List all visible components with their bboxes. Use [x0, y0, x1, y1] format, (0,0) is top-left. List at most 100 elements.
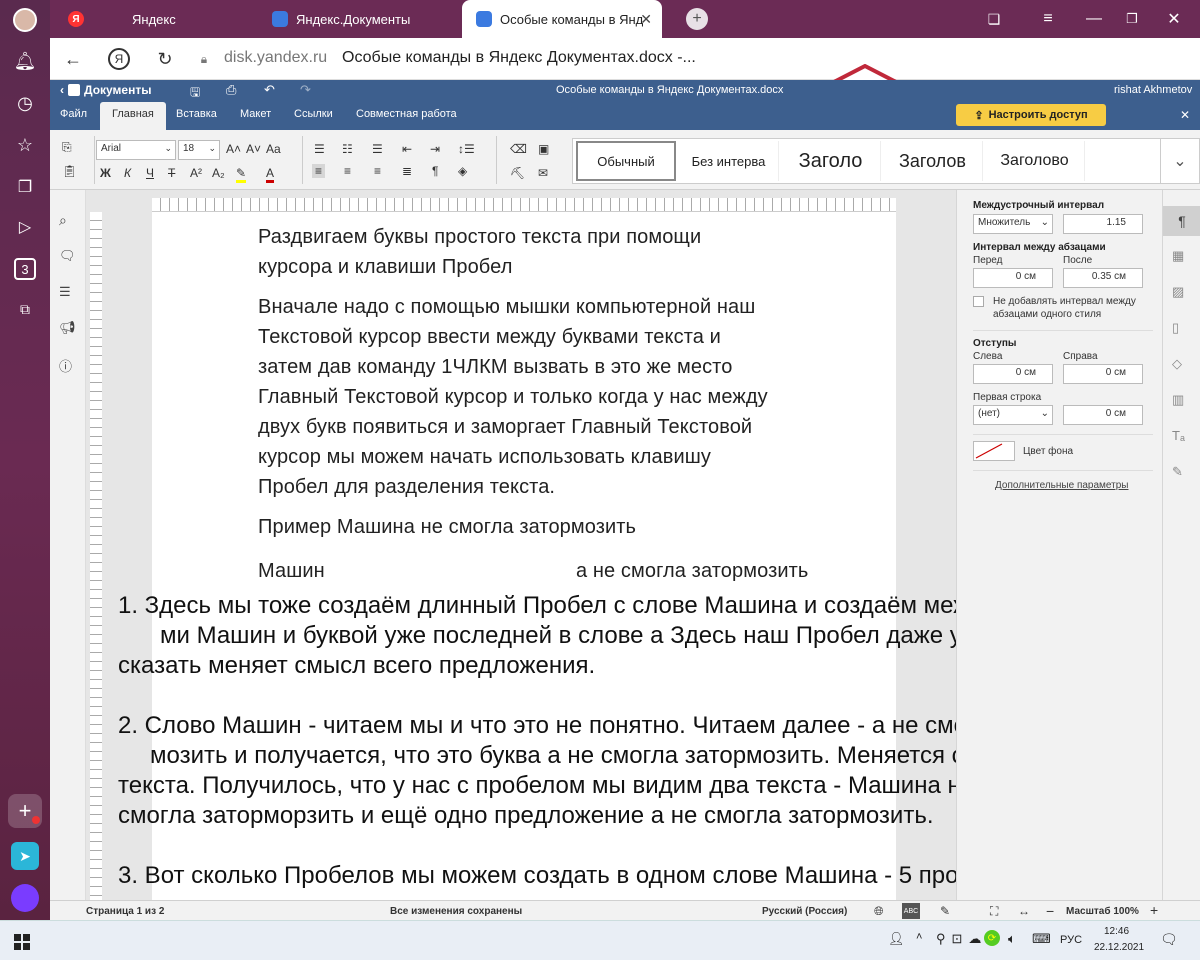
close-tab-icon[interactable]: ✕: [640, 11, 652, 28]
clear-format-icon[interactable]: ⌫: [510, 142, 527, 156]
first-line-input[interactable]: 0 см: [1063, 405, 1143, 425]
fit-page-icon[interactable]: ⛶: [990, 904, 998, 919]
tab-current[interactable]: Особые команды в Янд ✕: [462, 0, 662, 38]
tray-expand-icon[interactable]: ˄: [916, 931, 922, 943]
image-settings-icon[interactable]: ▨: [1172, 284, 1184, 300]
subscript-icon[interactable]: A₂: [212, 166, 225, 180]
menu-file[interactable]: Файл: [60, 108, 87, 120]
bg-color-picker[interactable]: [973, 441, 1015, 461]
fit-width-icon[interactable]: ↔: [1018, 904, 1030, 918]
align-left-icon[interactable]: ≡: [312, 164, 326, 178]
style-heading3[interactable]: Заголово: [985, 141, 1085, 181]
menu-collaboration[interactable]: Совместная работа: [356, 108, 457, 120]
vertical-ruler[interactable]: [90, 212, 102, 900]
language-select[interactable]: Русский (Россия): [762, 906, 847, 917]
increase-indent-icon[interactable]: ⇥: [430, 142, 440, 156]
mail-merge-icon[interactable]: ✉: [538, 166, 548, 180]
text-art-icon[interactable]: Tₐ: [1172, 428, 1185, 443]
underline-icon[interactable]: Ч: [146, 166, 154, 180]
style-heading1[interactable]: Заголо: [781, 141, 881, 181]
messenger-icon[interactable]: ➤: [11, 842, 39, 870]
bookmarks-icon[interactable]: ❏: [984, 9, 1004, 29]
line-spacing-type-select[interactable]: Множитель ⌄: [973, 214, 1053, 234]
italic-icon[interactable]: К: [124, 166, 131, 180]
people-icon[interactable]: 👤︎: [888, 931, 905, 947]
zoom-in-icon[interactable]: +: [1150, 902, 1158, 918]
font-size-select[interactable]: 18 ⌄: [178, 140, 220, 160]
line-spacing-value-input[interactable]: 1.15: [1063, 214, 1143, 234]
right-indent-input[interactable]: 0 см: [1063, 364, 1143, 384]
counter-icon[interactable]: 3: [14, 258, 36, 280]
keyboard-icon[interactable]: ⌨: [1032, 931, 1051, 947]
style-normal[interactable]: Обычный: [576, 141, 676, 181]
shape-settings-icon[interactable]: ◇: [1172, 356, 1182, 372]
spellcheck-icon[interactable]: ABC: [902, 903, 920, 919]
minimize-icon[interactable]: —: [1084, 9, 1104, 29]
avatar[interactable]: [13, 8, 37, 32]
input-language[interactable]: РУС: [1060, 934, 1082, 946]
volume-icon[interactable]: 🔈︎: [1008, 931, 1016, 947]
windows-start-icon[interactable]: [14, 934, 30, 950]
clock-time[interactable]: 12:46: [1104, 926, 1129, 937]
tab-documents[interactable]: Яндекс.Документы: [258, 0, 458, 38]
after-input[interactable]: 0.35 см: [1063, 268, 1143, 288]
justify-icon[interactable]: ≣: [402, 164, 412, 178]
multilevel-icon[interactable]: ☰: [372, 142, 383, 156]
comments-icon[interactable]: 🗨︎: [59, 248, 76, 264]
shrink-font-icon[interactable]: A˅: [246, 142, 261, 156]
first-line-type-select[interactable]: (нет) ⌄: [973, 405, 1053, 425]
yandex-button-icon[interactable]: Я: [108, 48, 130, 70]
paragraph-marks-icon[interactable]: ¶: [432, 164, 438, 178]
alice-icon[interactable]: [11, 884, 39, 912]
color-scheme-icon[interactable]: ▣: [538, 142, 549, 156]
style-heading2[interactable]: Заголов: [883, 141, 983, 181]
menu-insert[interactable]: Вставка: [176, 108, 217, 120]
no-spacing-checkbox[interactable]: [973, 296, 984, 307]
style-no-spacing[interactable]: Без интерва: [679, 141, 779, 181]
screenshot-icon[interactable]: ⧉: [14, 298, 36, 320]
globe-icon[interactable]: 🌐︎: [874, 904, 884, 919]
horizontal-ruler[interactable]: [152, 198, 896, 212]
print-icon[interactable]: ⎙: [226, 82, 236, 98]
align-right-icon[interactable]: ≡: [374, 164, 381, 178]
star-icon[interactable]: ☆: [14, 134, 36, 156]
info-icon[interactable]: ⓘ: [59, 356, 72, 375]
url-domain[interactable]: disk.yandex.ru: [224, 49, 327, 67]
bullets-icon[interactable]: ☰: [314, 142, 325, 156]
menu-home[interactable]: Главная: [100, 102, 166, 130]
grow-font-icon[interactable]: A˄: [226, 142, 241, 156]
notifications-icon[interactable]: 🗨︎: [1160, 931, 1178, 948]
advanced-settings-link[interactable]: Дополнительные параметры: [995, 480, 1128, 491]
reload-icon[interactable]: ↻: [154, 48, 176, 70]
menu-layout[interactable]: Макет: [240, 108, 271, 120]
bell-icon[interactable]: 🔔︎: [14, 50, 37, 72]
history-icon[interactable]: ◷: [14, 92, 36, 114]
table-settings-icon[interactable]: ▦: [1172, 248, 1184, 264]
header-footer-icon[interactable]: ▯: [1172, 320, 1179, 336]
collapse-icon[interactable]: ✕: [1180, 108, 1190, 122]
feedback-icon[interactable]: 📢︎: [59, 320, 76, 336]
bold-icon[interactable]: Ж: [100, 166, 111, 180]
track-changes-icon[interactable]: ✎: [940, 904, 950, 918]
tray-icons[interactable]: ⚲⊡☁: [936, 931, 987, 947]
left-indent-input[interactable]: 0 см: [973, 364, 1053, 384]
paste-icon[interactable]: 📋︎: [62, 164, 77, 178]
paragraph-settings-icon[interactable]: ¶: [1163, 206, 1200, 236]
font-name-select[interactable]: Arial ⌄: [96, 140, 176, 160]
chart-settings-icon[interactable]: ▥: [1172, 392, 1184, 408]
before-input[interactable]: 0 см: [973, 268, 1053, 288]
search-icon[interactable]: ⌕: [59, 212, 67, 229]
back-icon[interactable]: ←: [62, 48, 84, 70]
styles-expand-icon[interactable]: ⌄: [1160, 138, 1200, 184]
share-button[interactable]: ⇪ Настроить доступ: [956, 104, 1106, 126]
tab-yandex[interactable]: Я Яндекс: [54, 0, 254, 38]
numbering-icon[interactable]: ☷: [342, 142, 353, 156]
update-icon[interactable]: ⟳: [984, 930, 1000, 946]
menu-references[interactable]: Ссылки: [294, 108, 333, 120]
navigation-icon[interactable]: ☰: [59, 284, 71, 300]
copy-icon[interactable]: ⎘: [62, 140, 72, 155]
line-spacing-icon[interactable]: ↕☰: [458, 142, 475, 156]
clock-date[interactable]: 22.12.2021: [1094, 942, 1144, 953]
signature-icon[interactable]: ✎: [1172, 464, 1183, 480]
url-title[interactable]: Особые команды в Яндекс Документах.docx …: [342, 49, 696, 67]
